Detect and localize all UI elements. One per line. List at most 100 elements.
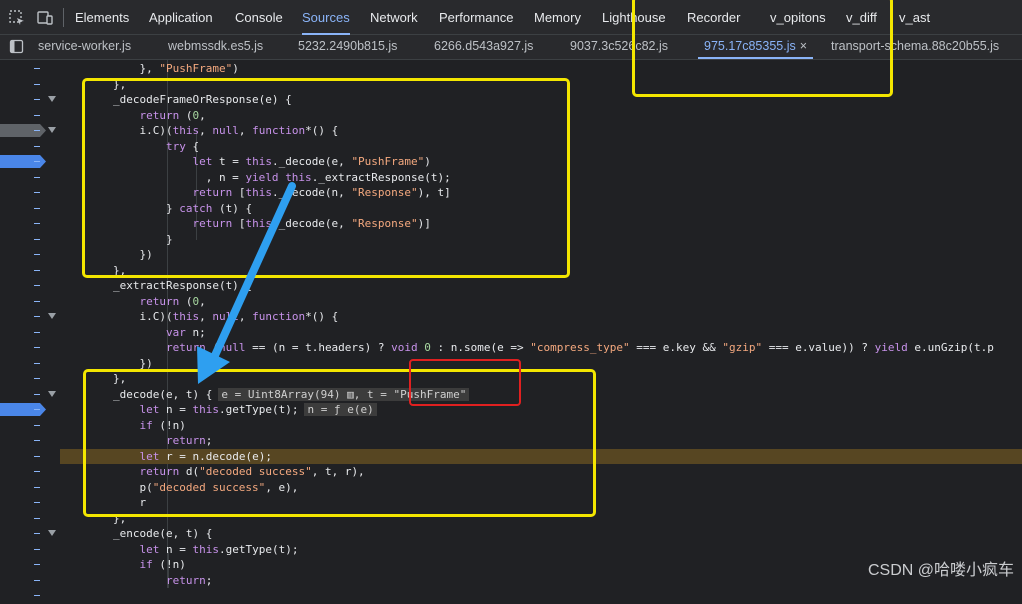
code-line[interactable]: var n; bbox=[60, 325, 206, 341]
gutter-line[interactable] bbox=[0, 557, 60, 573]
gutter-line[interactable] bbox=[0, 449, 60, 465]
line-dash bbox=[34, 300, 40, 302]
gutter-line[interactable] bbox=[0, 216, 60, 232]
fold-arrow-icon[interactable] bbox=[48, 530, 56, 536]
file-tab[interactable]: 6266.d543a927.js bbox=[434, 35, 533, 59]
gutter-line[interactable] bbox=[0, 92, 60, 108]
gutter-line[interactable] bbox=[0, 309, 60, 325]
gutter-line[interactable] bbox=[0, 371, 60, 387]
gutter-line[interactable] bbox=[0, 387, 60, 403]
gutter-line[interactable] bbox=[0, 433, 60, 449]
gutter-line[interactable] bbox=[0, 573, 60, 589]
gutter-line[interactable] bbox=[0, 154, 60, 170]
fold-arrow-icon[interactable] bbox=[48, 313, 56, 319]
tab-performance[interactable]: Performance bbox=[439, 0, 513, 35]
line-dash bbox=[34, 595, 40, 596]
gutter-line[interactable] bbox=[0, 263, 60, 279]
code-line[interactable]: if (!n) bbox=[60, 557, 185, 573]
line-dash bbox=[34, 114, 40, 116]
tab-elements[interactable]: Elements bbox=[75, 0, 129, 35]
gutter-line[interactable] bbox=[0, 542, 60, 558]
gutter-line[interactable] bbox=[0, 201, 60, 217]
line-dash bbox=[34, 145, 40, 147]
gutter-line[interactable] bbox=[0, 588, 60, 604]
gutter-line[interactable] bbox=[0, 464, 60, 480]
annotation-box-extension-tabs bbox=[632, 0, 893, 97]
tab-application[interactable]: Application bbox=[149, 0, 213, 35]
code-line[interactable]: let n = this.getType(t); bbox=[60, 542, 298, 558]
line-dash bbox=[34, 99, 40, 100]
toolbar-divider bbox=[63, 8, 64, 27]
code-line[interactable]: _encode(e, t) { bbox=[60, 526, 212, 542]
device-toolbar-icon[interactable] bbox=[36, 9, 54, 27]
line-dash bbox=[34, 579, 40, 581]
line-dash bbox=[34, 192, 40, 193]
code-line[interactable]: return; bbox=[60, 573, 212, 589]
tab-memory[interactable]: Memory bbox=[534, 0, 581, 35]
line-dash bbox=[34, 455, 40, 457]
line-number-gutter[interactable] bbox=[0, 60, 60, 596]
code-line[interactable]: return (0, bbox=[60, 294, 205, 310]
gutter-line[interactable] bbox=[0, 108, 60, 124]
line-dash bbox=[34, 285, 40, 286]
tab-v-ast[interactable]: v_ast bbox=[899, 0, 930, 35]
line-dash bbox=[34, 517, 40, 519]
gutter-line[interactable] bbox=[0, 294, 60, 310]
gutter-line[interactable] bbox=[0, 247, 60, 263]
gutter-line[interactable] bbox=[0, 185, 60, 201]
gutter-line[interactable] bbox=[0, 340, 60, 356]
gutter-line[interactable] bbox=[0, 232, 60, 248]
file-tab[interactable]: webmssdk.es5.js bbox=[168, 35, 263, 59]
tab-sources[interactable]: Sources bbox=[302, 0, 350, 35]
gutter-line[interactable] bbox=[0, 123, 60, 139]
code-line[interactable]: }, "PushFrame") bbox=[60, 61, 238, 77]
annotation-box-decode-frame bbox=[82, 78, 570, 278]
line-dash bbox=[34, 533, 40, 534]
gutter-line[interactable] bbox=[0, 170, 60, 186]
line-dash bbox=[34, 393, 40, 395]
code-line[interactable]: return (null == (n = t.headers) ? void 0… bbox=[60, 340, 994, 356]
line-dash bbox=[34, 331, 40, 333]
line-dash bbox=[34, 409, 40, 410]
gutter-line[interactable] bbox=[0, 402, 60, 418]
line-dash bbox=[34, 130, 40, 131]
line-dash bbox=[34, 223, 40, 224]
gutter-line[interactable] bbox=[0, 139, 60, 155]
fold-arrow-icon[interactable] bbox=[48, 390, 56, 397]
file-tab[interactable]: 5232.2490b815.js bbox=[298, 35, 397, 59]
gutter-line[interactable] bbox=[0, 526, 60, 542]
gutter-line[interactable] bbox=[0, 495, 60, 511]
line-dash bbox=[34, 502, 40, 503]
gutter-line[interactable] bbox=[0, 278, 60, 294]
inspect-element-icon[interactable] bbox=[8, 9, 26, 27]
fold-arrow-icon[interactable] bbox=[48, 127, 56, 133]
gutter-line[interactable] bbox=[0, 511, 60, 527]
gutter-line[interactable] bbox=[0, 61, 60, 77]
line-dash bbox=[34, 161, 40, 162]
line-dash bbox=[34, 83, 40, 85]
toggle-navigator-icon[interactable] bbox=[9, 39, 24, 54]
fold-arrow-icon[interactable] bbox=[48, 96, 56, 102]
line-dash bbox=[34, 471, 40, 472]
gutter-line[interactable] bbox=[0, 356, 60, 372]
line-dash bbox=[34, 548, 40, 550]
tab-console[interactable]: Console bbox=[235, 0, 283, 35]
annotation-box-pushframe bbox=[409, 359, 521, 406]
watermark: CSDN @哈喽小疯车 bbox=[867, 562, 1014, 579]
line-dash bbox=[34, 316, 40, 317]
line-dash bbox=[34, 362, 40, 364]
line-dash bbox=[34, 424, 40, 426]
gutter-line[interactable] bbox=[0, 77, 60, 93]
gutter-line[interactable] bbox=[0, 418, 60, 434]
gutter-line[interactable] bbox=[0, 325, 60, 341]
tab-network[interactable]: Network bbox=[370, 0, 418, 35]
line-dash bbox=[34, 378, 40, 379]
code-line[interactable]: _extractResponse(t) { bbox=[60, 278, 252, 294]
gutter-line[interactable] bbox=[0, 480, 60, 496]
code-line[interactable]: i.C)(this, null, function*() { bbox=[60, 309, 338, 325]
file-tab[interactable]: service-worker.js bbox=[38, 35, 131, 59]
line-dash bbox=[34, 68, 40, 69]
line-dash bbox=[34, 564, 40, 565]
line-dash bbox=[34, 486, 40, 488]
line-dash bbox=[34, 254, 40, 255]
